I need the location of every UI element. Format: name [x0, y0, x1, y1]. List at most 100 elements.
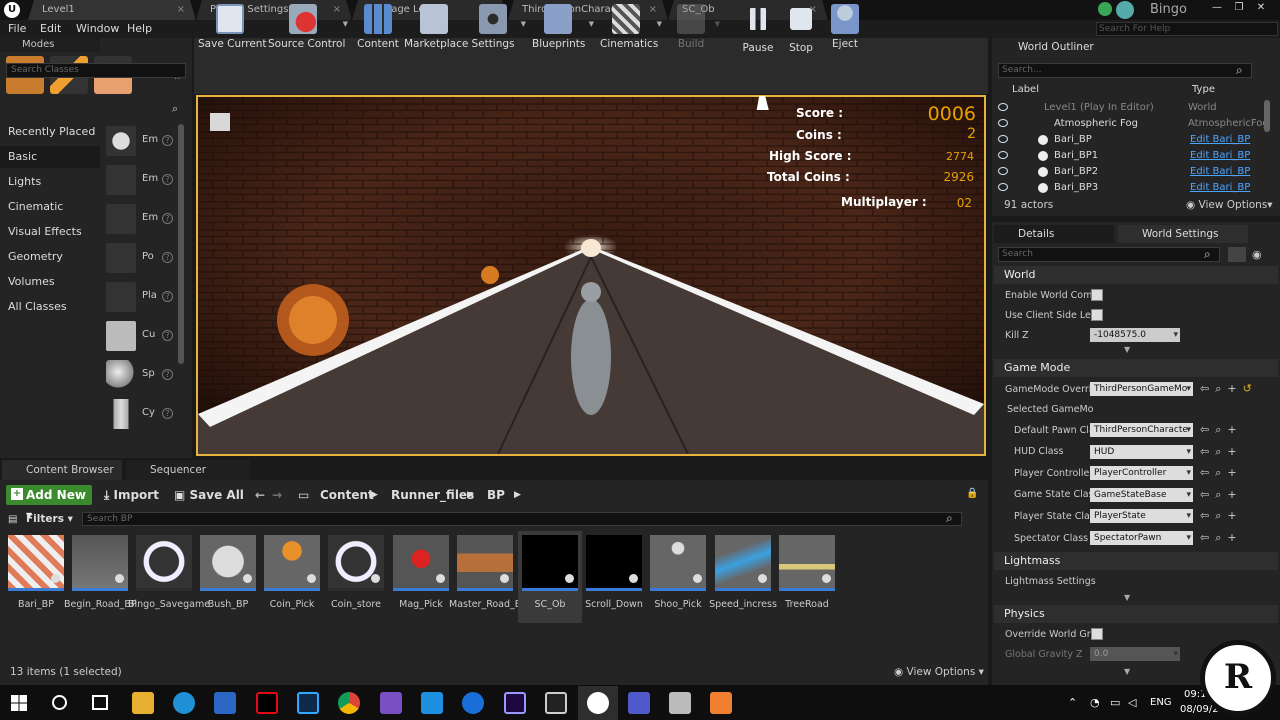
asset-tile[interactable]: Mag_Pick [391, 533, 451, 623]
asset-actions-icons[interactable]: ⇦⌕+ [1200, 488, 1243, 502]
asset-tile[interactable]: Scroll_Down [584, 533, 644, 623]
stop-button[interactable]: Stop [784, 0, 818, 56]
help-search-input[interactable]: Search For Help [1096, 22, 1278, 36]
section-physics[interactable]: Physics [994, 605, 1278, 623]
marketplace-button[interactable]: Marketplace [404, 0, 468, 56]
expand-advanced-icon[interactable]: ▼ [1124, 593, 1130, 602]
build-button[interactable]: Build ▼ [672, 0, 720, 56]
asset-tile[interactable]: Coin_store [326, 533, 386, 623]
place-item[interactable]: Em? [104, 202, 176, 238]
eject-button[interactable]: Eject [826, 0, 864, 56]
app-icon[interactable] [462, 692, 484, 714]
asset-actions-icons[interactable]: ⇦⌕+ [1200, 466, 1243, 480]
user-avatar[interactable] [1116, 1, 1134, 19]
app-icon[interactable] [669, 692, 691, 714]
premiere-icon[interactable] [504, 692, 526, 714]
breadcrumb-content[interactable]: Content [320, 485, 374, 505]
tab-world-settings[interactable]: World Settings [1118, 225, 1248, 243]
photoshop-icon[interactable] [297, 692, 319, 714]
default-pawn-class-select[interactable]: ThirdPersonCharacte [1090, 423, 1193, 437]
section-world[interactable]: World [994, 266, 1278, 284]
game-state-class-select[interactable]: GameStateBase [1090, 488, 1193, 502]
save-current-button[interactable]: Save Current [198, 0, 267, 56]
row-type-link[interactable]: Edit Bari_BP [1190, 180, 1250, 196]
history-back-icon[interactable]: ← [255, 485, 265, 505]
app-icon[interactable] [710, 692, 732, 714]
category-all-classes[interactable]: All Classes [0, 296, 100, 318]
task-view-icon[interactable] [92, 695, 108, 710]
tab-modes[interactable]: Modes [0, 38, 100, 52]
breadcrumb-bp[interactable]: BP [487, 485, 505, 505]
place-item[interactable]: Em? [104, 124, 176, 160]
unreal-engine-icon[interactable] [587, 692, 609, 714]
gamemode-override-select[interactable]: ThirdPersonGameMo [1090, 382, 1193, 396]
volume-icon[interactable]: ◁ [1128, 696, 1136, 709]
language-indicator[interactable]: ENG [1150, 697, 1172, 708]
minimize-icon[interactable]: — [1208, 0, 1226, 16]
menu-window[interactable]: Window [76, 20, 119, 38]
category-volumes[interactable]: Volumes [0, 271, 100, 293]
source-control-button[interactable]: Source Control ▼ [268, 0, 348, 56]
windows-start-icon[interactable] [11, 695, 27, 711]
settings-button[interactable]: Settings ▼ [470, 0, 526, 56]
chrome-icon[interactable] [338, 692, 360, 714]
asset-tile[interactable]: Begin_Road_BP [64, 533, 137, 623]
cinematics-button[interactable]: Cinematics ▼ [600, 0, 662, 56]
visibility-eye-icon[interactable] [998, 103, 1008, 111]
asset-tile[interactable]: Bari_BP [6, 533, 66, 623]
tab-world-outliner[interactable]: World Outliner [994, 38, 1114, 56]
place-item[interactable]: Pla? [104, 280, 176, 316]
section-lightmass[interactable]: Lightmass [994, 552, 1278, 570]
details-search-input[interactable]: Search [998, 247, 1220, 262]
visibility-eye-icon[interactable] [998, 151, 1008, 159]
help-icon[interactable]: ? [162, 291, 173, 302]
maximize-icon[interactable]: ❐ [1230, 0, 1248, 16]
tab-level1[interactable]: Level1 × [28, 0, 196, 20]
save-all-button[interactable]: ▣ Save All [174, 485, 244, 505]
asset-tile-selected[interactable]: SC_Ob [520, 533, 580, 623]
chevron-down-icon[interactable]: ▼ [715, 20, 720, 28]
menu-file[interactable]: File [8, 20, 26, 38]
network-icon[interactable]: ◔ [1090, 696, 1100, 709]
edge-icon[interactable] [173, 692, 195, 714]
outliner-search-input[interactable]: Search... [998, 63, 1252, 78]
outliner-row[interactable]: Bari_BP3 Edit Bari_BP [996, 180, 1266, 196]
outliner-row[interactable]: Bari_BP Edit Bari_BP [996, 132, 1266, 148]
tab-details[interactable]: Details [994, 225, 1114, 243]
override-world-gravity-checkbox[interactable] [1091, 628, 1103, 640]
category-basic[interactable]: Basic [0, 146, 100, 168]
pause-button[interactable]: Pause [740, 0, 776, 56]
asset-actions-icons[interactable]: ⇦⌕+ [1200, 423, 1243, 437]
help-icon[interactable]: ? [162, 330, 173, 341]
visibility-eye-icon[interactable] [998, 183, 1008, 191]
cortana-search-icon[interactable] [52, 695, 67, 710]
asset-actions-icons[interactable]: ⇦⌕+↺ [1200, 382, 1258, 396]
visibility-eye-icon[interactable] [998, 135, 1008, 143]
class-search-input[interactable]: Search Classes [6, 63, 186, 78]
tray-chevron-icon[interactable]: ⌃ [1068, 696, 1077, 709]
outliner-row[interactable]: Level1 (Play In Editor) World [996, 100, 1266, 116]
place-item[interactable]: Cu? [104, 319, 176, 355]
outliner-row[interactable]: Atmospheric Fog AtmosphericFog [996, 116, 1269, 132]
enable-world-comp-checkbox[interactable] [1091, 289, 1103, 301]
asset-actions-icons[interactable]: ⇦⌕+ [1200, 531, 1243, 545]
tab-sequencer[interactable]: Sequencer [126, 460, 250, 480]
place-item[interactable]: Cy? [104, 397, 176, 433]
scrollbar[interactable] [178, 124, 184, 364]
place-item[interactable]: Em? [104, 163, 176, 199]
visibility-eye-icon[interactable] [998, 119, 1008, 127]
help-icon[interactable]: ? [162, 252, 173, 263]
file-explorer-icon[interactable] [132, 692, 154, 714]
store-icon[interactable] [214, 692, 236, 714]
chevron-down-icon[interactable]: ▼ [343, 20, 348, 28]
game-viewport[interactable]: Score : 0006 Coins : 2 High Score : 2774… [196, 95, 986, 456]
close-icon[interactable]: × [177, 0, 185, 20]
hud-class-select[interactable]: HUD [1090, 445, 1193, 459]
asset-actions-icons[interactable]: ⇦⌕+ [1200, 509, 1243, 523]
scrollbar[interactable] [1264, 100, 1270, 132]
category-recently-placed[interactable]: Recently Placed [0, 121, 100, 143]
outliner-view-options-button[interactable]: ◉ View Options▾ [1186, 199, 1273, 211]
import-button[interactable]: ⤓ Import [104, 485, 159, 505]
visual-studio-icon[interactable] [380, 692, 402, 714]
help-icon[interactable]: ? [162, 135, 173, 146]
